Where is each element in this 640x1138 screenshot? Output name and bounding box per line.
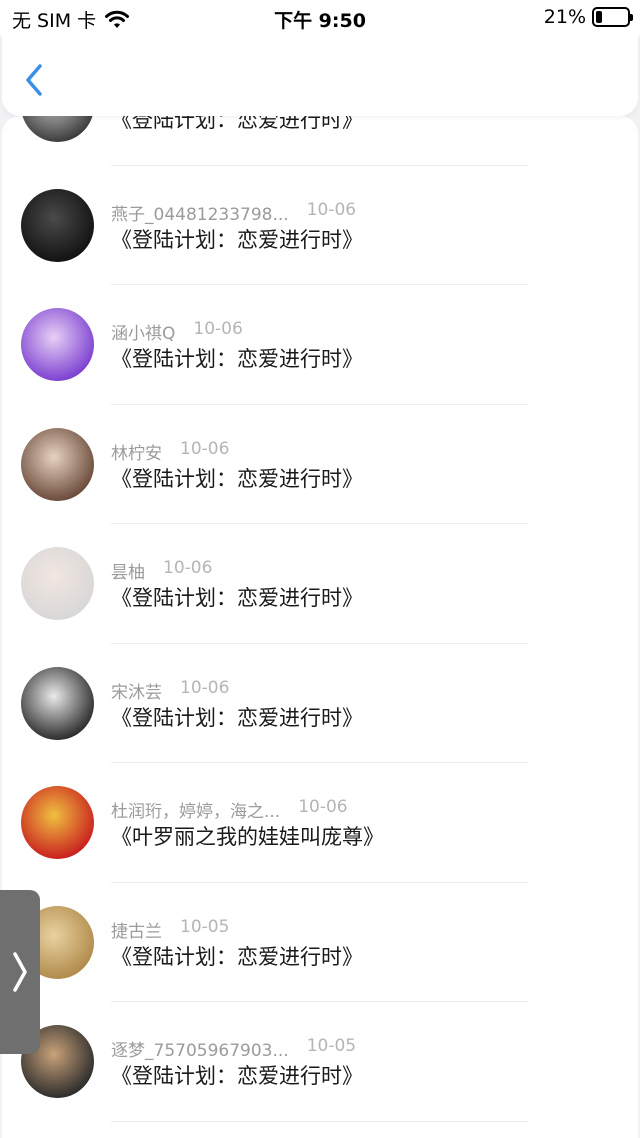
item-meta: 涵小祺Q 10-06 bbox=[111, 319, 243, 344]
item-meta: 捷古兰 10-05 bbox=[111, 917, 229, 942]
chevron-right-icon bbox=[13, 952, 27, 992]
battery-icon bbox=[592, 7, 633, 27]
item-title: 《登陆计划：恋爱进行时》 bbox=[111, 1064, 363, 1088]
message-list: 《登陆计划：恋爱进行时》 燕子_04481233798... 10-06 《登陆计划：… bbox=[2, 116, 638, 1138]
user-name: 杜润珩，婷婷，海之... bbox=[111, 802, 281, 822]
user-name: 宋沐芸 bbox=[111, 682, 162, 703]
avatar[interactable] bbox=[21, 427, 94, 501]
item-title: 《登陆计划：恋爱进行时》 bbox=[111, 466, 363, 491]
item-meta: 逐梦_75705967903... 10-05 bbox=[111, 1036, 356, 1061]
item-title: 《登陆计划：恋爱进行时》 bbox=[111, 705, 363, 730]
item-date: 10-06 bbox=[193, 319, 243, 339]
list-item[interactable]: 逐梦_75705967903... 10-05 《登陆计划：恋爱进行时》 bbox=[2, 1002, 638, 1122]
item-meta: 燕子_04481233798... 10-06 bbox=[111, 200, 356, 225]
item-date: 10-06 bbox=[163, 558, 213, 578]
chevron-left-icon bbox=[26, 64, 42, 96]
status-right: 21% bbox=[543, 6, 633, 28]
side-drawer-handle[interactable] bbox=[0, 890, 40, 1054]
avatar[interactable] bbox=[21, 786, 94, 859]
list-item[interactable]: 涵小祺Q 10-06 《登陆计划：恋爱进行时》 bbox=[2, 285, 638, 405]
user-name: 昙柚 bbox=[111, 563, 145, 583]
item-meta: 宋沐芸 10-06 bbox=[111, 678, 229, 703]
list-item[interactable]: 杜润珩，婷婷，海之... 10-06 《叶罗丽之我的娃娃叫庞尊》 bbox=[2, 763, 638, 883]
list-item[interactable]: 林柠安 10-06 《登陆计划：恋爱进行时》 bbox=[2, 405, 638, 524]
status-bar: 无 SIM 卡 下午 9:50 21% bbox=[0, 0, 640, 36]
row-divider bbox=[111, 1120, 528, 1122]
list-item[interactable]: 捷古兰 10-05 《登陆计划：恋爱进行时》 bbox=[2, 883, 638, 1002]
item-title: 《登陆计划：恋爱进行时》 bbox=[111, 116, 363, 132]
avatar[interactable] bbox=[21, 188, 94, 262]
user-name: 捷古兰 bbox=[111, 921, 162, 942]
item-date: 10-05 bbox=[180, 916, 230, 937]
back-button[interactable] bbox=[20, 60, 54, 100]
item-title: 《登陆计划：恋爱进行时》 bbox=[111, 944, 363, 969]
message-list-inner: 《登陆计划：恋爱进行时》 燕子_04481233798... 10-06 《登陆计划：… bbox=[2, 116, 638, 1122]
user-name: 燕子_04481233798... bbox=[111, 204, 289, 225]
list-item[interactable]: 燕子_04481233798... 10-06 《登陆计划：恋爱进行时》 bbox=[2, 166, 638, 285]
avatar[interactable] bbox=[21, 547, 94, 620]
item-title: 《叶罗丽之我的娃娃叫庞尊》 bbox=[111, 825, 384, 849]
user-name: 林柠安 bbox=[111, 443, 162, 464]
item-title: 《登陆计划：恋爱进行时》 bbox=[111, 347, 363, 371]
avatar[interactable] bbox=[21, 308, 94, 381]
item-date: 10-06 bbox=[298, 797, 348, 817]
battery-percent: 21% bbox=[543, 6, 586, 28]
item-date: 10-06 bbox=[306, 199, 357, 220]
item-date: 10-05 bbox=[306, 1036, 357, 1056]
item-meta: 林柠安 10-06 bbox=[111, 439, 229, 464]
item-date: 10-06 bbox=[180, 438, 230, 459]
list-item[interactable]: 昙柚 10-06 《登陆计划：恋爱进行时》 bbox=[2, 524, 638, 644]
user-name: 涵小祺Q bbox=[111, 324, 176, 344]
item-meta: 昙柚 10-06 bbox=[111, 558, 212, 583]
list-item[interactable]: 宋沐芸 10-06 《登陆计划：恋爱进行时》 bbox=[2, 644, 638, 763]
nav-bar bbox=[2, 36, 638, 116]
item-date: 10-06 bbox=[180, 677, 230, 698]
avatar[interactable] bbox=[21, 666, 94, 740]
user-name: 逐梦_75705967903... bbox=[111, 1041, 289, 1061]
item-meta: 杜润珩，婷婷，海之... 10-06 bbox=[111, 797, 348, 822]
avatar[interactable] bbox=[21, 116, 94, 142]
item-title: 《登陆计划：恋爱进行时》 bbox=[111, 586, 363, 610]
item-title: 《登陆计划：恋爱进行时》 bbox=[111, 227, 363, 252]
list-item[interactable]: 《登陆计划：恋爱进行时》 bbox=[2, 116, 638, 166]
